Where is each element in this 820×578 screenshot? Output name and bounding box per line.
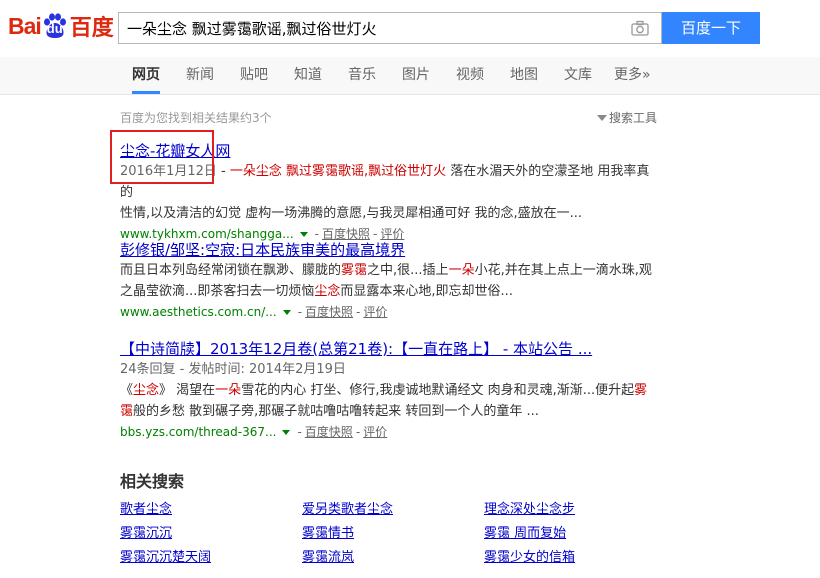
tab-tieba[interactable]: 贴吧 bbox=[240, 57, 268, 94]
search-tools[interactable]: 搜索工具 bbox=[597, 109, 657, 126]
result-date-sep: - bbox=[216, 164, 230, 179]
result-meta-text: 24条回复 - 发帖时间: 2014年2月19日 bbox=[120, 362, 346, 377]
result-abstract: 而且日本列岛经常闭锁在飘渺、朦胧的雾霭之中,很...插上一朵小花,并在其上点上一… bbox=[120, 260, 660, 302]
result-title-link[interactable]: 彭修银/邹坚:空寂:日本民族审美的最高境界 bbox=[120, 241, 405, 259]
tab-webpage[interactable]: 网页 bbox=[132, 57, 160, 94]
result-abstract-text: 之晶莹欲滴...即茶客扫去一切烦恼 bbox=[120, 284, 315, 299]
result-highlight: 霭 bbox=[120, 404, 134, 419]
dropdown-arrow-icon[interactable] bbox=[282, 429, 291, 435]
snapshot-link[interactable]: 百度快照 bbox=[322, 227, 370, 241]
search-tools-label: 搜索工具 bbox=[609, 111, 658, 125]
result-abstract-text: 般的乡愁 散到碾子旁,那碾子就咕噜咕噜转起来 转回到一个人的童年 ... bbox=[133, 404, 539, 419]
result-abstract-text: 《 bbox=[120, 383, 134, 398]
rating-link[interactable]: 评价 bbox=[380, 227, 404, 241]
related-link[interactable]: 歌者尘念 bbox=[120, 498, 172, 517]
result-highlight: 一朵尘念 飘过雾霭歌谣,飘过俗世灯火 bbox=[229, 164, 447, 179]
result-abstract-text: 性情,以及清洁的幻觉 虚构一场沸腾的意愿,与我灵犀相通可好 我的念,盛放在一..… bbox=[120, 206, 583, 221]
tab-more[interactable]: 更多» bbox=[614, 57, 651, 94]
search-button[interactable]: 百度一下 bbox=[662, 12, 760, 44]
dropdown-arrow-icon[interactable] bbox=[299, 231, 308, 237]
snapshot-link[interactable]: 百度快照 bbox=[305, 425, 353, 439]
result-highlight: 尘念 bbox=[314, 284, 341, 299]
search-nav-tabs: 网页 新闻 贴吧 知道 音乐 图片 视频 地图 文库 更多» bbox=[0, 57, 820, 95]
related-link[interactable]: 雾霭少女的信箱 bbox=[484, 546, 575, 565]
search-input[interactable] bbox=[119, 13, 619, 43]
result-highlight: 雾霭 bbox=[341, 263, 368, 278]
related-link[interactable]: 爱另类歌者尘念 bbox=[302, 498, 393, 517]
related-link[interactable]: 雾霭流岚 bbox=[302, 546, 354, 565]
dropdown-arrow-icon[interactable] bbox=[282, 309, 291, 315]
result-url: www.tykhxm.com/shangga... bbox=[120, 227, 294, 241]
logo-text-du: du bbox=[46, 21, 63, 36]
tab-images[interactable]: 图片 bbox=[402, 57, 430, 94]
rating-link[interactable]: 评价 bbox=[363, 425, 387, 439]
result-title-link[interactable]: 【中诗简牍】2013年12月卷(总第21卷):【一直在路上】 - 本站公告 ..… bbox=[120, 340, 592, 358]
related-link[interactable]: 雾霭 周而复始 bbox=[484, 522, 566, 541]
search-box bbox=[118, 12, 662, 44]
result-highlight: 一朵 bbox=[215, 383, 242, 398]
result-abstract-text: 而显露本来心地,即忘却世俗... bbox=[340, 284, 513, 299]
snapshot-link[interactable]: 百度快照 bbox=[305, 305, 353, 319]
result-highlight: 雾 bbox=[634, 383, 648, 398]
search-result: 彭修银/邹坚:空寂:日本民族审美的最高境界 而且日本列岛经常闭锁在飘渺、朦胧的雾… bbox=[120, 240, 660, 322]
result-url-line: www.aesthetics.com.cn/... - 百度快照 - 评价 bbox=[120, 305, 388, 319]
result-url-line: bbs.yzs.com/thread-367... - 百度快照 - 评价 bbox=[120, 425, 388, 439]
tab-wenku[interactable]: 文库 bbox=[564, 57, 592, 94]
result-url: bbs.yzs.com/thread-367... bbox=[120, 425, 277, 439]
search-result: 【中诗简牍】2013年12月卷(总第21卷):【一直在路上】 - 本站公告 ..… bbox=[120, 339, 660, 442]
related-searches-title: 相关搜索 bbox=[120, 472, 185, 491]
logo-text-bai: Bai bbox=[8, 12, 42, 39]
tab-news[interactable]: 新闻 bbox=[186, 57, 214, 94]
paw-icon: du bbox=[42, 13, 68, 39]
logo-text-baidu-cn: 百度 bbox=[69, 15, 114, 40]
result-highlight: 尘念 bbox=[133, 383, 160, 398]
result-meta: 24条回复 - 发帖时间: 2014年2月19日 bbox=[120, 359, 660, 380]
related-link[interactable]: 理念深处尘念步 bbox=[484, 498, 575, 517]
annotation-highlight-box bbox=[110, 130, 214, 184]
related-link[interactable]: 雾霭沉沉楚天阔 bbox=[120, 546, 211, 565]
filter-icon bbox=[597, 115, 607, 121]
result-abstract-text: 而且日本列岛经常闭锁在飘渺、朦胧的 bbox=[120, 263, 342, 278]
result-count: 百度为您找到相关结果约3个 bbox=[120, 111, 272, 125]
tab-video[interactable]: 视频 bbox=[456, 57, 484, 94]
related-link[interactable]: 雾霭情书 bbox=[302, 522, 354, 541]
tab-map[interactable]: 地图 bbox=[510, 57, 538, 94]
related-link[interactable]: 雾霭沉沉 bbox=[120, 522, 172, 541]
header: Bai du 百度 百度一下 bbox=[0, 0, 820, 57]
result-url: www.aesthetics.com.cn/... bbox=[120, 305, 277, 319]
result-abstract-text: 小花,并在其上点上一滴水珠,观 bbox=[474, 263, 652, 278]
result-abstract-text: 之中,很...插上 bbox=[367, 263, 449, 278]
result-abstract-text: 》 渴望在 bbox=[159, 383, 216, 398]
rating-link[interactable]: 评价 bbox=[363, 305, 387, 319]
tab-music[interactable]: 音乐 bbox=[348, 57, 376, 94]
result-abstract: 《尘念》 渴望在一朵雪花的内心 打坐、修行,我虔诚地默诵经文 肉身和灵魂,渐渐.… bbox=[120, 380, 660, 422]
result-highlight: 一朵 bbox=[448, 263, 475, 278]
result-abstract-text: 雪花的内心 打坐、修行,我虔诚地默诵经文 肉身和灵魂,渐渐...便升起 bbox=[241, 383, 635, 398]
camera-icon[interactable] bbox=[631, 20, 649, 36]
baidu-logo[interactable]: Bai du 百度 bbox=[8, 8, 114, 44]
tab-zhidao[interactable]: 知道 bbox=[294, 57, 322, 94]
